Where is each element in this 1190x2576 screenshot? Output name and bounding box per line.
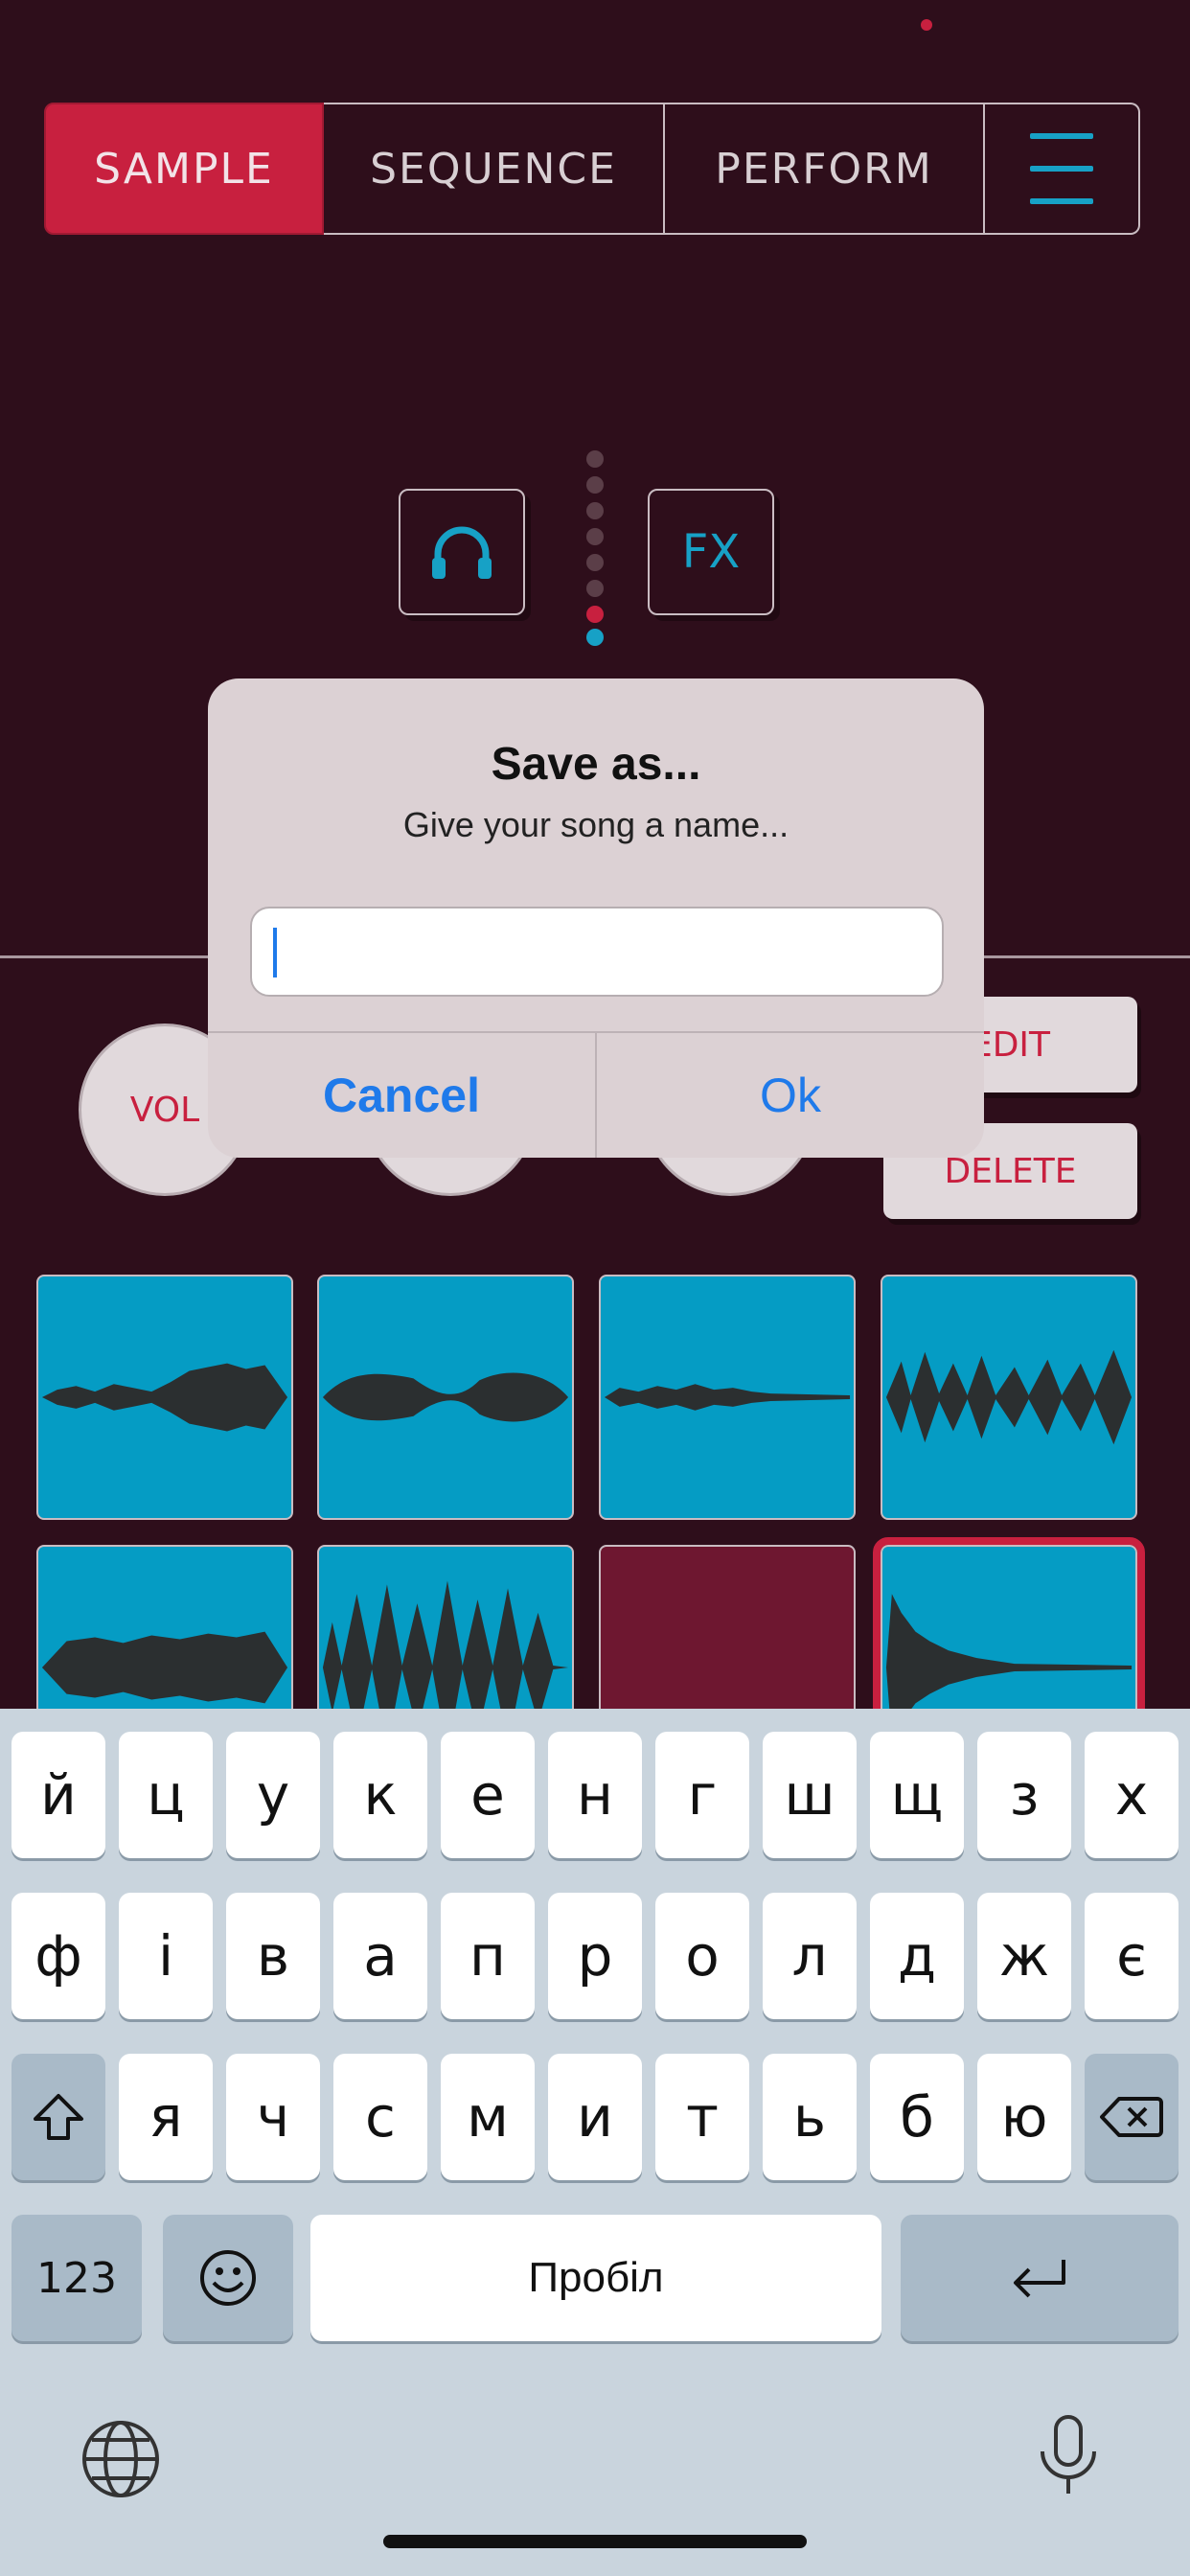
recording-indicator-dot [921, 19, 932, 31]
microphone-icon [1041, 2415, 1096, 2494]
headphones-button[interactable] [399, 489, 525, 615]
song-name-input[interactable] [250, 907, 944, 997]
key[interactable]: ц [119, 1732, 213, 1858]
tab-perform[interactable]: PERFORM [665, 103, 985, 235]
waveform-icon [41, 1363, 288, 1432]
emoji-key[interactable] [163, 2215, 293, 2341]
home-indicator [383, 2535, 807, 2548]
cancel-button[interactable]: Cancel [208, 1033, 595, 1158]
text-cursor [273, 928, 277, 978]
key[interactable]: и [548, 2054, 642, 2180]
backspace-icon [1100, 2097, 1163, 2137]
ukrainian-keyboard: й ц у к е н г ш щ з х ф і в а п р о л д … [0, 1709, 1190, 2576]
key[interactable]: к [333, 1732, 427, 1858]
key[interactable]: р [548, 1893, 642, 2019]
key[interactable]: й [11, 1732, 105, 1858]
dialog-title: Save as... [491, 739, 701, 790]
key[interactable]: ж [977, 1893, 1071, 2019]
save-as-dialog: Save as... Give your song a name... Canc… [208, 678, 984, 1158]
level-meter-dot [586, 450, 604, 468]
level-meter-dot [586, 502, 604, 519]
key[interactable]: є [1085, 1893, 1179, 2019]
globe-icon [82, 2421, 159, 2497]
level-meter-dot [586, 580, 604, 597]
key[interactable]: п [441, 1893, 535, 2019]
tab-sample[interactable]: SAMPLE [44, 103, 324, 235]
emoji-icon [200, 2250, 256, 2306]
dialog-message: Give your song a name... [402, 805, 790, 844]
shift-icon [34, 2094, 83, 2140]
shift-key[interactable] [11, 2054, 105, 2180]
globe-button[interactable] [80, 2419, 161, 2499]
sample-pad[interactable] [36, 1275, 293, 1520]
key[interactable]: в [226, 1893, 320, 2019]
level-meter-dot [586, 528, 604, 545]
space-key[interactable]: Пробіл [310, 2215, 881, 2341]
key[interactable]: с [333, 2054, 427, 2180]
level-meter-dot [586, 476, 604, 494]
sample-pad[interactable] [317, 1275, 574, 1520]
key[interactable]: у [226, 1732, 320, 1858]
headphones-icon [432, 526, 492, 579]
fx-button[interactable]: FX [648, 489, 774, 615]
waveform-icon [322, 1372, 569, 1422]
level-meter-dot-blue [586, 629, 604, 646]
key[interactable]: щ [870, 1732, 964, 1858]
sample-pad[interactable] [881, 1275, 1137, 1520]
numbers-key[interactable]: 123 [11, 2215, 142, 2341]
hamburger-menu-icon[interactable] [985, 103, 1140, 235]
tab-sequence[interactable]: SEQUENCE [324, 103, 665, 235]
key[interactable]: л [763, 1893, 857, 2019]
waveform-icon [604, 1384, 851, 1411]
level-meter-dot-red [586, 606, 604, 623]
vol-label: VOL [129, 1090, 200, 1130]
key[interactable]: ч [226, 2054, 320, 2180]
key[interactable]: о [655, 1893, 749, 2019]
key[interactable]: і [119, 1893, 213, 2019]
level-meter-dot [586, 554, 604, 571]
microphone-button[interactable] [1035, 2413, 1102, 2499]
key[interactable]: ф [11, 1893, 105, 2019]
key[interactable]: м [441, 2054, 535, 2180]
key[interactable]: ш [763, 1732, 857, 1858]
key[interactable]: г [655, 1732, 749, 1858]
ok-button[interactable]: Ok [597, 1033, 984, 1158]
key[interactable]: т [655, 2054, 749, 2180]
return-icon [1014, 2260, 1065, 2298]
key[interactable]: з [977, 1732, 1071, 1858]
key[interactable]: б [870, 2054, 964, 2180]
key[interactable]: а [333, 1893, 427, 2019]
key[interactable]: х [1085, 1732, 1179, 1858]
key[interactable]: ю [977, 2054, 1071, 2180]
key[interactable]: ь [763, 2054, 857, 2180]
key[interactable]: я [119, 2054, 213, 2180]
sample-pad[interactable] [599, 1275, 856, 1520]
key[interactable]: н [548, 1732, 642, 1858]
key[interactable]: д [870, 1893, 964, 2019]
waveform-icon [885, 1349, 1133, 1445]
key[interactable]: е [441, 1732, 535, 1858]
backspace-key[interactable] [1085, 2054, 1179, 2180]
return-key[interactable] [901, 2215, 1179, 2341]
